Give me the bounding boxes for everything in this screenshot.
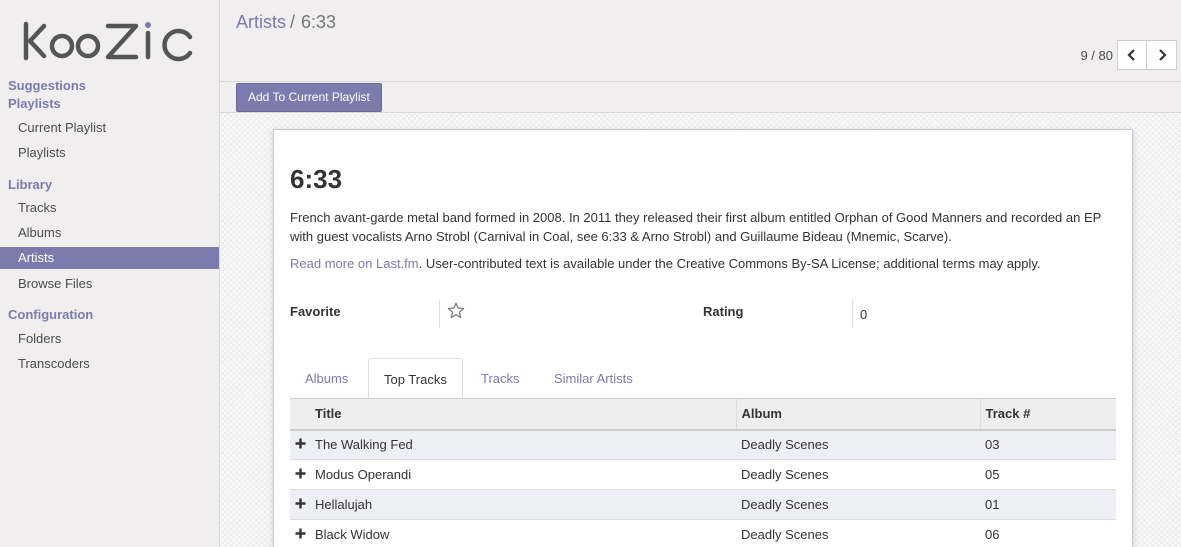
artist-bio: French avant-garde metal band formed in …	[290, 210, 1102, 244]
track-album-cell[interactable]: Deadly Scenes	[736, 489, 980, 520]
field-separator	[852, 300, 853, 328]
menu-section-configuration[interactable]: Configuration	[8, 307, 93, 322]
track-number-cell[interactable]: 03	[980, 429, 1116, 460]
sidebar-item-albums[interactable]: Albums	[0, 222, 219, 244]
breadcrumb-current: 6:33	[301, 12, 337, 32]
pager-next-button[interactable]	[1147, 40, 1177, 70]
add-track-button[interactable]	[290, 459, 310, 490]
track-album-cell[interactable]: Deadly Scenes	[736, 429, 980, 460]
table-row[interactable]: Modus Operandi Deadly Scenes 05	[290, 459, 1116, 490]
plus-icon	[295, 498, 305, 509]
track-title-cell[interactable]: The Walking Fed	[310, 429, 736, 460]
button-bar: Add To Current Playlist	[220, 82, 1181, 113]
tab-similar-artists[interactable]: Similar Artists	[539, 358, 648, 398]
rating-label: Rating	[703, 304, 744, 319]
chevron-right-icon	[1158, 49, 1167, 61]
plus-icon	[295, 468, 305, 479]
table-row[interactable]: Black Widow Deadly Scenes 06	[290, 519, 1116, 547]
sidebar: Suggestions Playlists Current Playlist P…	[0, 0, 220, 547]
artist-sheet: 6:33 French avant-garde metal band forme…	[273, 129, 1133, 547]
top-tracks-table: Title Album Track # The Walking Fed Dead…	[290, 398, 1116, 547]
add-column-header	[290, 398, 310, 431]
breadcrumb-separator: /	[290, 12, 296, 32]
form-view: 6:33 French avant-garde metal band forme…	[220, 113, 1181, 547]
menu-section-suggestions[interactable]: Suggestions	[8, 78, 86, 93]
track-album-cell[interactable]: Deadly Scenes	[736, 459, 980, 490]
table-header-row: Title Album Track #	[290, 398, 1116, 431]
table-row[interactable]: Hellalujah Deadly Scenes 01	[290, 489, 1116, 520]
tab-albums[interactable]: Albums	[290, 358, 363, 398]
table-row[interactable]: The Walking Fed Deadly Scenes 03	[290, 429, 1116, 460]
favorite-label: Favorite	[290, 304, 341, 319]
sidebar-item-tracks[interactable]: Tracks	[0, 197, 219, 219]
sidebar-item-artists[interactable]: Artists	[0, 247, 219, 269]
add-to-current-playlist-button[interactable]: Add To Current Playlist	[236, 83, 382, 112]
column-header-track-number[interactable]: Track #	[980, 398, 1116, 431]
add-track-button[interactable]	[290, 429, 310, 460]
control-panel: Artists/6:33 9 / 80	[220, 0, 1181, 82]
pager-value[interactable]: 9 / 80	[1080, 48, 1113, 63]
track-title-cell[interactable]: Hellalujah	[310, 489, 736, 520]
bio-attribution: Read more on Last.fm. User-contributed t…	[290, 254, 1120, 273]
sidebar-item-folders[interactable]: Folders	[0, 328, 219, 350]
menu-section-playlists[interactable]: Playlists	[8, 96, 61, 111]
sidebar-item-browse-files[interactable]: Browse Files	[0, 273, 219, 295]
plus-icon	[295, 438, 305, 449]
artist-name: 6:33	[290, 164, 343, 194]
sidebar-item-transcoders[interactable]: Transcoders	[0, 353, 219, 375]
track-number-cell[interactable]: 06	[980, 519, 1116, 547]
rating-value[interactable]: 0	[860, 307, 867, 322]
track-title-cell[interactable]: Modus Operandi	[310, 459, 736, 490]
field-separator	[439, 300, 440, 328]
license-text: . User-contributed text is available und…	[418, 256, 1041, 271]
breadcrumb-artists-link[interactable]: Artists	[236, 12, 286, 32]
track-number-cell[interactable]: 01	[980, 489, 1116, 520]
pager: 9 / 80	[1080, 40, 1177, 70]
tab-top-tracks[interactable]: Top Tracks	[368, 358, 463, 398]
read-more-lastfm-link[interactable]: Read more on Last.fm	[290, 256, 419, 271]
plus-icon	[295, 528, 305, 539]
add-track-button[interactable]	[290, 519, 310, 547]
track-album-cell[interactable]: Deadly Scenes	[736, 519, 980, 547]
menu-section-library[interactable]: Library	[8, 177, 52, 192]
sidebar-item-current-playlist[interactable]: Current Playlist	[0, 117, 219, 139]
tabs: Albums Top Tracks Tracks Similar Artists	[290, 358, 1116, 398]
add-track-button[interactable]	[290, 489, 310, 520]
track-number-cell[interactable]: 05	[980, 459, 1116, 490]
koozic-logo[interactable]	[22, 20, 198, 62]
chevron-left-icon	[1127, 49, 1135, 61]
column-header-album[interactable]: Album	[736, 398, 981, 431]
breadcrumb: Artists/6:33	[236, 12, 336, 33]
pager-previous-button[interactable]	[1117, 40, 1147, 70]
column-header-title[interactable]: Title	[310, 398, 737, 431]
sidebar-item-playlists[interactable]: Playlists	[0, 142, 219, 164]
tab-tracks[interactable]: Tracks	[466, 358, 535, 398]
star-outline-icon[interactable]	[447, 302, 465, 319]
track-title-cell[interactable]: Black Widow	[310, 519, 736, 547]
